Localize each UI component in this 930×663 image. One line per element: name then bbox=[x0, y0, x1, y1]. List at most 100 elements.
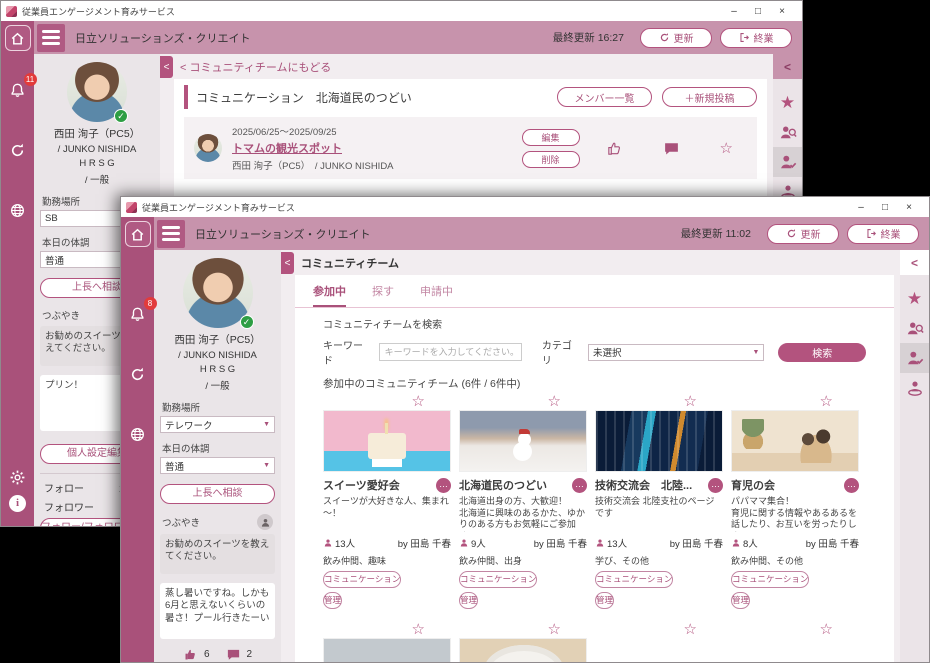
manage-button[interactable]: 管理 bbox=[459, 592, 478, 609]
maximize-button[interactable]: □ bbox=[746, 6, 770, 17]
community-image-fog[interactable] bbox=[323, 638, 451, 662]
community-title[interactable]: スイーツ愛好会 bbox=[323, 477, 436, 493]
community-image-tech[interactable] bbox=[595, 410, 723, 472]
delete-button[interactable]: 削除 bbox=[522, 151, 580, 168]
manage-button[interactable]: 管理 bbox=[731, 592, 750, 609]
favorite-star-icon[interactable] bbox=[548, 393, 561, 410]
sidebar-collapse-button[interactable]: < bbox=[160, 56, 173, 78]
category-select[interactable]: 未選択▼ bbox=[588, 344, 765, 361]
maximize-button[interactable]: □ bbox=[873, 202, 897, 213]
community-rail-button[interactable] bbox=[900, 343, 929, 373]
home-button[interactable] bbox=[5, 25, 31, 51]
favorite-star-icon[interactable] bbox=[720, 141, 733, 156]
comment-icon[interactable] bbox=[226, 647, 241, 662]
favorite-star-icon[interactable] bbox=[684, 393, 697, 410]
community-image-snowman[interactable] bbox=[459, 410, 587, 472]
refresh-rail-button[interactable] bbox=[5, 137, 31, 163]
community-rail-button[interactable] bbox=[773, 147, 802, 177]
more-options-icon[interactable] bbox=[436, 478, 451, 493]
tab-joined[interactable]: 参加中 bbox=[313, 283, 346, 307]
member-search-rail-button[interactable] bbox=[773, 117, 802, 147]
menu-button[interactable] bbox=[37, 24, 65, 52]
favorites-rail-button[interactable] bbox=[900, 283, 929, 313]
panel-collapse-button[interactable]: < bbox=[773, 54, 802, 79]
panel-collapse-button[interactable]: < bbox=[900, 250, 929, 275]
favorite-star-icon[interactable] bbox=[684, 621, 697, 638]
settings-button[interactable] bbox=[5, 464, 31, 490]
home-button[interactable] bbox=[125, 221, 151, 247]
comment-icon[interactable] bbox=[663, 140, 680, 157]
titlebar[interactable]: 従業員エンゲージメント育みサービス – □ × bbox=[121, 197, 929, 217]
home-icon bbox=[9, 30, 26, 47]
front-window: 従業員エンゲージメント育みサービス – □ × 8 日 bbox=[120, 196, 930, 663]
search-button[interactable]: 検索 bbox=[778, 343, 866, 362]
bell-icon bbox=[129, 306, 146, 323]
communication-button[interactable]: コミュニケーション bbox=[731, 571, 809, 588]
edit-button[interactable]: 編集 bbox=[522, 129, 580, 146]
member-count: 13人 bbox=[335, 536, 355, 550]
language-button[interactable] bbox=[5, 197, 31, 223]
tab-explore[interactable]: 探す bbox=[372, 283, 394, 307]
profile-sidebar: ✓ 西田 洵子（PC5） / JUNKO NISHIDA H R S G / 一… bbox=[154, 250, 281, 662]
more-options-icon[interactable] bbox=[572, 478, 587, 493]
refresh-button[interactable]: 更新 bbox=[767, 224, 839, 244]
like-icon[interactable] bbox=[183, 647, 198, 662]
like-icon[interactable] bbox=[606, 140, 623, 157]
community-title[interactable]: 北海道民のつどい bbox=[459, 477, 572, 493]
app-header: 日立ソリューションズ・クリエイト 最終更新 16:27 更新 終業 bbox=[34, 21, 802, 54]
community-image-plate[interactable] bbox=[459, 638, 587, 662]
community-image-cake[interactable] bbox=[323, 410, 451, 472]
post-title-link[interactable]: トマムの観光スポット bbox=[232, 140, 342, 156]
titlebar[interactable]: 従業員エンゲージメント育みサービス – □ × bbox=[1, 1, 802, 21]
menu-button[interactable] bbox=[157, 220, 185, 248]
notifications-button[interactable]: 8 bbox=[125, 301, 151, 327]
refresh-button[interactable]: 更新 bbox=[640, 28, 712, 48]
language-button[interactable] bbox=[125, 421, 151, 447]
member-search-rail-button[interactable] bbox=[900, 313, 929, 343]
bell-icon bbox=[9, 82, 26, 99]
favorite-star-icon[interactable] bbox=[548, 621, 561, 638]
communication-button[interactable]: コミュニケーション bbox=[595, 571, 673, 588]
person-check-icon bbox=[779, 153, 797, 171]
manage-button[interactable]: 管理 bbox=[595, 592, 614, 609]
tweet-input[interactable]: 蒸し暑いですね。しかも6月と思えないくらいの暑さ！プール行きたーい bbox=[160, 583, 275, 639]
community-tags: 飲み仲間、趣味 bbox=[323, 554, 451, 567]
favorite-star-icon[interactable] bbox=[412, 621, 425, 638]
more-options-icon[interactable] bbox=[708, 478, 723, 493]
end-work-button[interactable]: 終業 bbox=[720, 28, 792, 48]
more-options-icon[interactable] bbox=[844, 478, 859, 493]
condition-select[interactable]: 普通▼ bbox=[160, 457, 275, 474]
favorites-rail-button[interactable] bbox=[773, 87, 802, 117]
close-button[interactable]: × bbox=[770, 6, 794, 17]
work-location-select[interactable]: テレワーク▼ bbox=[160, 416, 275, 433]
minimize-button[interactable]: – bbox=[722, 6, 746, 17]
keyword-input[interactable] bbox=[379, 343, 522, 361]
refresh-icon bbox=[659, 32, 670, 43]
back-link[interactable]: < コミュニティチームにもどる bbox=[180, 62, 331, 74]
community-card: 技術交流会 北陸... 技術交流会 北陸支社のページです 13人 by 田島 千… bbox=[595, 393, 723, 609]
favorite-star-icon[interactable] bbox=[820, 621, 833, 638]
sidebar-collapse-button[interactable]: < bbox=[281, 252, 294, 274]
app-icon bbox=[126, 202, 137, 213]
community-title[interactable]: 育児の会 bbox=[731, 477, 844, 493]
owner-label: by 田島 千春 bbox=[806, 536, 859, 550]
communication-button[interactable]: コミュニケーション bbox=[459, 571, 537, 588]
thanks-rail-button[interactable] bbox=[900, 373, 929, 403]
consult-button[interactable]: 上長へ相談 bbox=[160, 484, 275, 504]
member-list-button[interactable]: メンバー一覧 bbox=[557, 87, 652, 107]
info-button[interactable]: i bbox=[5, 490, 31, 516]
tab-pending[interactable]: 申請中 bbox=[420, 283, 453, 307]
refresh-icon bbox=[9, 142, 26, 159]
communication-button[interactable]: コミュニケーション bbox=[323, 571, 401, 588]
minimize-button[interactable]: – bbox=[849, 202, 873, 213]
favorite-star-icon[interactable] bbox=[820, 393, 833, 410]
close-button[interactable]: × bbox=[897, 202, 921, 213]
notifications-button[interactable]: 11 bbox=[5, 77, 31, 103]
community-title[interactable]: 技術交流会 北陸... bbox=[595, 477, 708, 493]
favorite-star-icon[interactable] bbox=[412, 393, 425, 410]
end-work-button[interactable]: 終業 bbox=[847, 224, 919, 244]
new-post-button[interactable]: ＋新規投稿 bbox=[662, 87, 757, 107]
community-image-family[interactable] bbox=[731, 410, 859, 472]
manage-button[interactable]: 管理 bbox=[323, 592, 342, 609]
refresh-rail-button[interactable] bbox=[125, 361, 151, 387]
